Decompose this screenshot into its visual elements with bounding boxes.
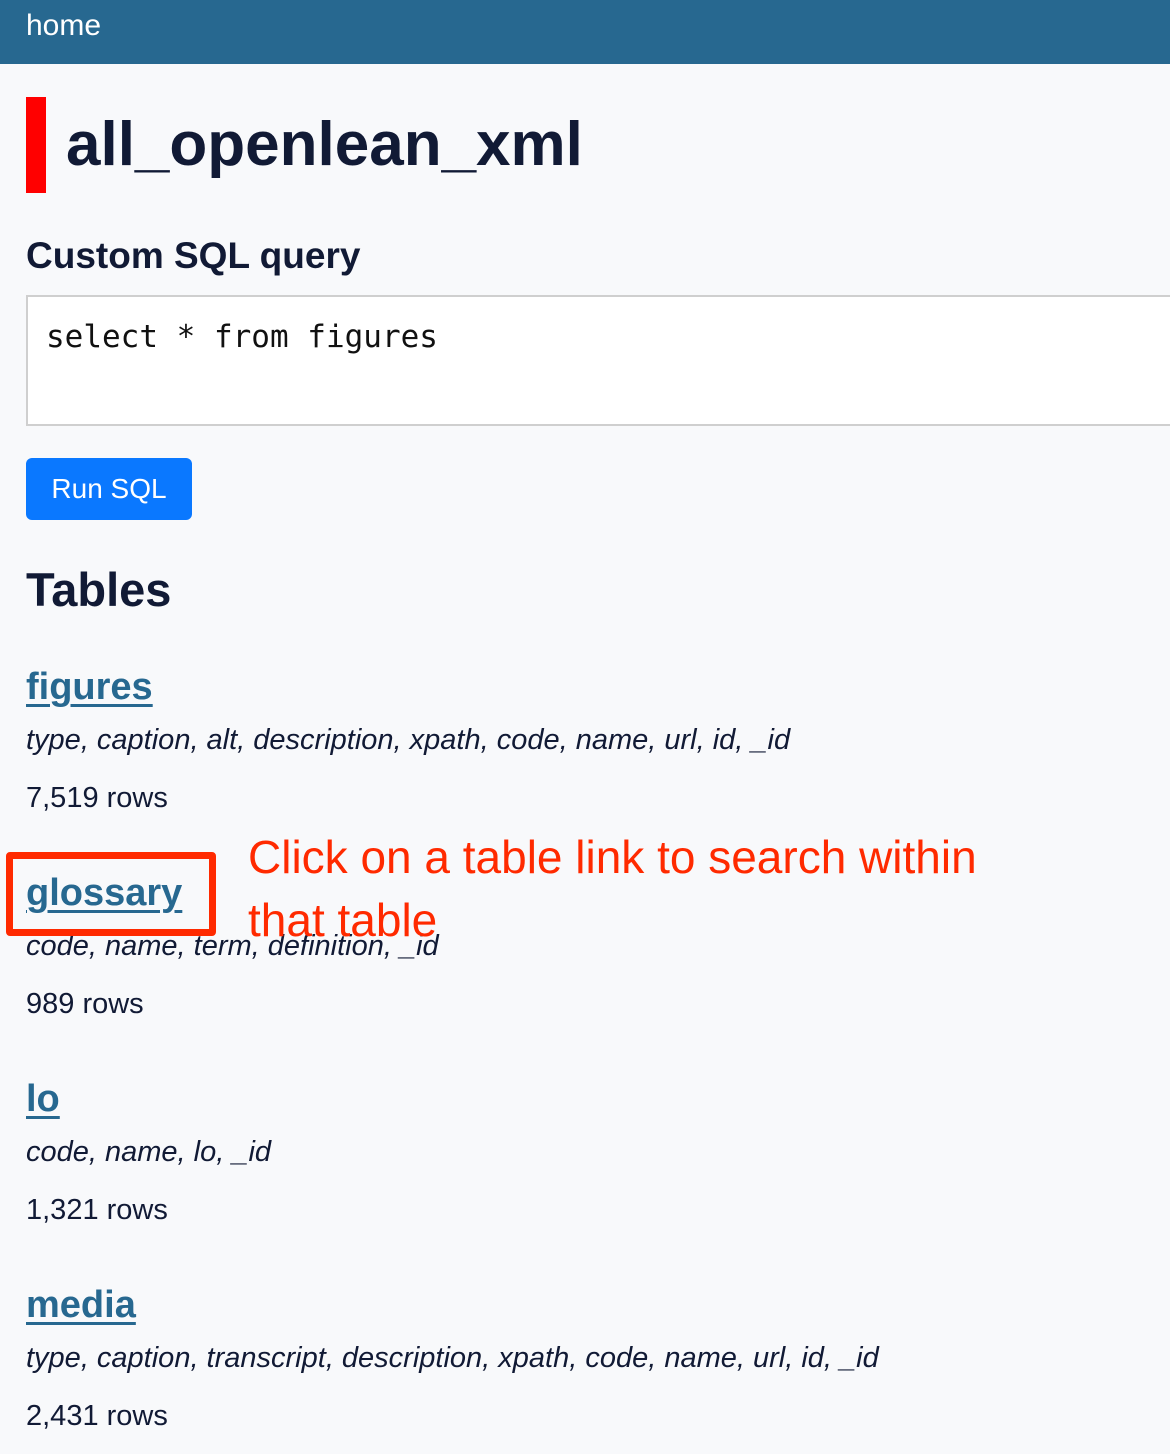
database-color-accent [26, 97, 46, 193]
run-sql-button[interactable]: Run SQL [26, 458, 192, 520]
table-link-lo[interactable]: lo [26, 1074, 60, 1124]
table-row-count: 7,519 rows [26, 782, 168, 814]
sql-query-input[interactable]: select * from figures [26, 295, 1170, 426]
top-nav-bar: home [0, 0, 1170, 64]
table-link-figures[interactable]: figures [26, 662, 153, 712]
home-link[interactable]: home [26, 8, 101, 44]
table-columns: type, caption, alt, description, xpath, … [26, 724, 791, 756]
table-row-count: 989 rows [26, 988, 144, 1020]
table-link-media[interactable]: media [26, 1280, 136, 1330]
table-columns: code, name, lo, _id [26, 1136, 272, 1168]
custom-sql-heading: Custom SQL query [26, 235, 361, 276]
tables-heading: Tables [26, 563, 172, 616]
table-row-count: 1,321 rows [26, 1194, 168, 1226]
table-row-count: 2,431 rows [26, 1400, 168, 1432]
annotation-callout-text: Click on a table link to search within t… [248, 831, 977, 946]
page-title: all_openlean_xml [66, 110, 583, 179]
table-columns: type, caption, transcript, description, … [26, 1342, 879, 1374]
annotation-highlight-box [6, 852, 216, 936]
